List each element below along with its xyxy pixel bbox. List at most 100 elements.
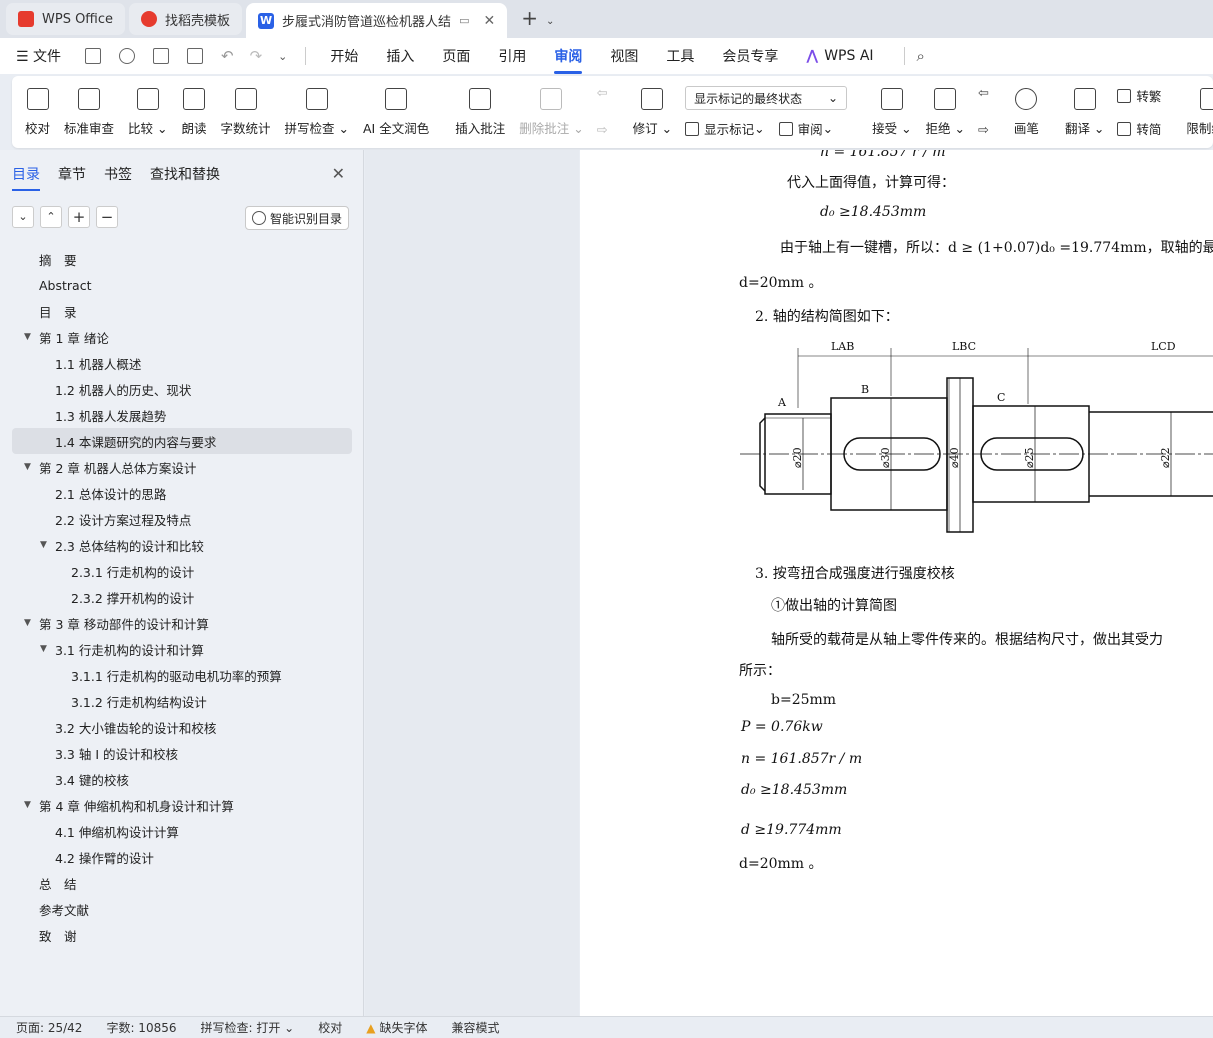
missing-font-status[interactable]: ▲ 缺失字体 [366,1019,427,1036]
accept-button[interactable]: 接受 ⌄ [872,80,912,144]
menu-tools[interactable]: 工具 [666,46,694,66]
toc-item[interactable]: ▼ 第 3 章 移动部件的设计和计算 [12,610,352,636]
toc-item[interactable]: 致 谢 [12,922,352,948]
toc-item[interactable]: 1.2 机器人的历史、现状 [12,376,352,402]
toc-item[interactable]: ▼ 第 2 章 机器人总体方案设计 [12,454,352,480]
delete-comment-button[interactable]: 删除批注 ⌄ [519,80,584,144]
translate-button[interactable]: 翻译 ⌄ [1065,80,1104,144]
expand-down-icon[interactable]: ⌄ [12,206,34,228]
reject-button[interactable]: 拒绝 ⌄ [926,80,965,144]
toc-item[interactable]: ▼ 第 4 章 伸缩机构和机身设计和计算 [12,792,352,818]
toc-item[interactable]: Abstract [12,272,352,298]
menu-home[interactable]: 开始 [330,46,358,66]
format-painter-icon[interactable] [119,48,136,64]
remove-icon[interactable]: − [96,206,118,228]
more-chevron-icon[interactable]: ⌄ [278,50,287,63]
toc-item[interactable]: ▼ 3.1 行走机构的设计和计算 [12,636,352,662]
dim-label-lcd: LCD [1151,340,1176,353]
toc-item[interactable]: 目 录 [12,298,352,324]
proof-status[interactable]: 校对 [318,1019,342,1036]
new-tab-icon[interactable]: + [521,6,538,30]
ai-polish-button[interactable]: AI 全文润色 [363,80,429,144]
chevron-down-icon[interactable]: ⌄ [546,16,554,27]
expand-arrow-icon[interactable]: ▼ [40,540,47,550]
expand-arrow-icon[interactable]: ▼ [40,644,47,654]
document-page[interactable]: n = 161.857 r / m 代入上面得值，计算可得： d₀ ≥18.45… [580,150,1213,1016]
toc-item[interactable]: 2.3.1 行走机构的设计 [12,558,352,584]
toc-item[interactable]: 总 结 [12,870,352,896]
search-icon[interactable]: ⌕ [917,47,925,65]
menu-reference[interactable]: 引用 [498,46,526,66]
toc-item[interactable]: 4.2 操作臂的设计 [12,844,352,870]
tab-document[interactable]: W 步履式消防管道巡检机器人结 ▭ ✕ [246,3,508,38]
track-changes-button[interactable]: 修订 ⌄ [633,80,672,144]
expand-arrow-icon[interactable]: ▼ [24,800,31,810]
menu-insert[interactable]: 插入 [386,46,414,66]
print-preview-icon[interactable] [187,48,204,64]
toc-item[interactable]: 2.1 总体设计的思路 [12,480,352,506]
prev-comment-icon[interactable]: ⇦ [597,86,608,101]
toc-item[interactable]: 3.2 大小锥齿轮的设计和校核 [12,714,352,740]
expand-arrow-icon[interactable]: ▼ [24,332,31,342]
collapse-up-icon[interactable]: ⌃ [40,206,62,228]
word-count-button[interactable]: 字数统计 [221,80,271,144]
toc-item[interactable]: 摘 要 [12,246,352,272]
proofread-button[interactable]: 校对 [25,80,50,144]
restrict-edit-button[interactable]: 限制编辑 [1186,80,1213,144]
wps-ai-button[interactable]: ⋀ WPS AI [806,48,873,64]
print-icon[interactable] [153,48,170,64]
tab-sections[interactable]: 章节 [58,164,86,184]
markup-dropdown[interactable]: 显示标记的最终状态 ⌄ [685,86,848,110]
file-menu[interactable]: ☰ 文件 [16,46,61,66]
redo-icon[interactable]: ↷ [250,47,263,65]
to-simplified-button[interactable]: 转简 [1117,119,1161,138]
tab-toc[interactable]: 目录 [12,164,40,191]
menu-member[interactable]: 会员专享 [722,46,778,66]
page-indicator[interactable]: 页面: 25/42 [16,1019,82,1036]
divider [903,47,905,65]
toc-item[interactable]: 1.4 本课题研究的内容与要求 [12,428,352,454]
review-pane-button[interactable]: 审阅 ⌄ [778,119,833,138]
toc-item[interactable]: 1.1 机器人概述 [12,350,352,376]
toc-item[interactable]: 1.3 机器人发展趋势 [12,402,352,428]
tab-find-replace[interactable]: 查找和替换 [150,164,220,184]
toc-item[interactable]: 2.3.2 撑开机构的设计 [12,584,352,610]
next-comment-icon[interactable]: ⇨ [597,123,608,138]
smart-toc-button[interactable]: 智能识别目录 [244,206,349,230]
close-icon[interactable]: ✕ [332,164,345,183]
toc-item[interactable]: 3.3 轴 I 的设计和校核 [12,740,352,766]
toc-item[interactable]: 2.2 设计方案过程及特点 [12,506,352,532]
pen-button[interactable]: 画笔 [1014,80,1039,144]
compare-button[interactable]: 比较 ⌄ [128,80,168,144]
tab-template[interactable]: 找稻壳模板 [129,3,243,35]
tab-bookmarks[interactable]: 书签 [104,164,132,184]
standard-review-button[interactable]: 标准审查 [64,80,114,144]
toc-item[interactable]: 参考文献 [12,896,352,922]
toc-item[interactable]: 3.1.1 行走机构的驱动电机功率的预算 [12,662,352,688]
prev-change-icon[interactable]: ⇦ [978,86,989,101]
toc-item[interactable]: 3.1.2 行走机构结构设计 [12,688,352,714]
toc-item[interactable]: 4.1 伸缩机构设计计算 [12,818,352,844]
word-count[interactable]: 字数: 10856 [106,1019,176,1036]
tab-wps-office[interactable]: WPS Office [6,3,126,35]
save-icon[interactable] [85,48,102,64]
spell-check-button[interactable]: 拼写检查 ⌄ [285,80,349,144]
toc-item[interactable]: ▼ 2.3 总体结构的设计和比较 [12,532,352,558]
expand-arrow-icon[interactable]: ▼ [24,462,31,472]
read-aloud-button[interactable]: 朗读 [182,80,207,144]
show-markup-button[interactable]: 显示标记 ⌄ [685,119,765,138]
expand-arrow-icon[interactable]: ▼ [24,618,31,628]
undo-icon[interactable]: ↶ [221,47,234,65]
insert-comment-button[interactable]: 插入批注 [455,80,505,144]
close-icon[interactable]: ✕ [483,13,495,29]
spell-check-status[interactable]: 拼写检查: 打开 ⌄ [201,1019,295,1036]
doc-line: d=20mm 。 [739,856,823,872]
toc-item[interactable]: ▼ 第 1 章 绪论 [12,324,352,350]
add-icon[interactable]: + [68,206,90,228]
to-traditional-button[interactable]: 转繁 [1117,86,1161,105]
next-change-icon[interactable]: ⇨ [978,123,989,138]
menu-page[interactable]: 页面 [442,46,470,66]
toc-item[interactable]: 3.4 键的校核 [12,766,352,792]
menu-review[interactable]: 审阅 [554,46,583,74]
menu-view[interactable]: 视图 [610,46,638,66]
